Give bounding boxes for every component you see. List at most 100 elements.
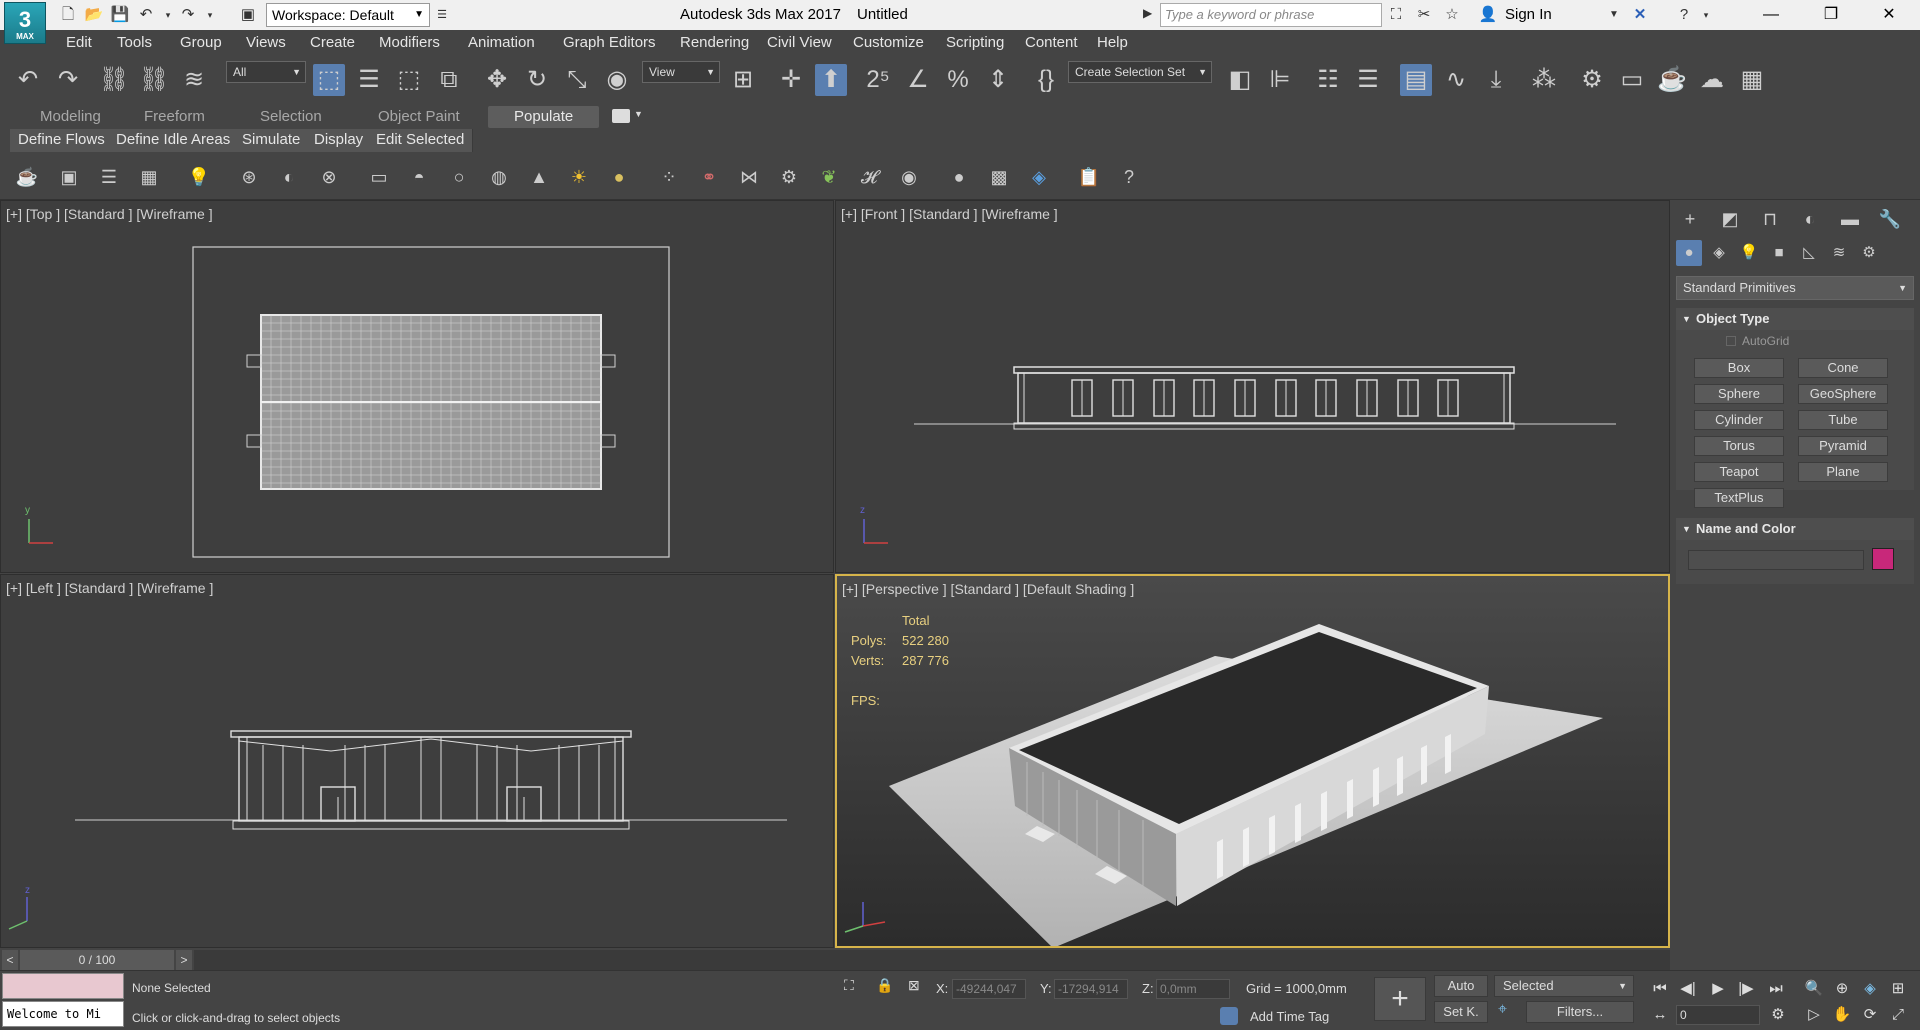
tube-button[interactable]: Tube (1798, 410, 1888, 430)
toggle-ribbon-icon[interactable]: ▤ (1400, 64, 1432, 96)
y-coord-field[interactable]: -17294,914 (1054, 979, 1128, 999)
zoom-extents-all-icon[interactable]: ⊞ (1886, 977, 1910, 1001)
tab-populate[interactable]: Populate (488, 106, 600, 128)
teapot-button[interactable]: Teapot (1694, 462, 1784, 482)
auto-key-button[interactable]: Auto (1434, 975, 1488, 997)
viewport-left[interactable]: [+] [Left ] [Standard ] [Wireframe ] z (0, 574, 834, 948)
add-time-tag-button[interactable]: Add Time Tag (1250, 1009, 1329, 1024)
menu-customize[interactable]: Customize (853, 34, 924, 51)
viewport-perspective[interactable]: [+] [Perspective ] [Standard ] [Default … (835, 574, 1670, 948)
geosphere-button[interactable]: GeoSphere (1798, 384, 1888, 404)
render-material-icon[interactable]: ◈ (1026, 164, 1052, 190)
portal-light-icon[interactable]: ◍ (486, 164, 512, 190)
time-slider-frame[interactable]: 0 / 100 (20, 950, 174, 970)
bind-space-warp-icon[interactable]: ≋ (178, 64, 210, 96)
table-icon[interactable]: ▦ (136, 164, 162, 190)
viewport-front[interactable]: [+] [Front ] [Standard ] [Wireframe ] z (835, 200, 1670, 573)
previous-frame-icon[interactable]: ◀| (1676, 977, 1700, 1001)
key-filter-dropdown[interactable]: Selected ▼ (1494, 975, 1634, 997)
cone-light-icon[interactable]: ▲ (526, 164, 552, 190)
simulate-button[interactable]: Simulate (234, 129, 310, 152)
binoculars-icon[interactable]: ⛶ (1386, 5, 1406, 25)
restore-button[interactable]: ❐ (1808, 0, 1854, 30)
pivot-center-icon[interactable]: ⊞ (727, 64, 759, 96)
zoom-icon[interactable]: 🔍 (1802, 977, 1826, 1001)
undo-icon[interactable]: ↶ (12, 64, 44, 96)
menu-civil-view[interactable]: Civil View (767, 34, 832, 51)
link-icon[interactable]: ⛓ (98, 64, 130, 96)
subscription-icon[interactable]: ✂ (1414, 5, 1434, 25)
hf-hair-icon[interactable]: 𝓗 (856, 164, 882, 190)
help-icon[interactable]: ? (1116, 164, 1142, 190)
time-slider-prev-button[interactable]: < (2, 950, 18, 970)
autogrid-checkbox[interactable] (1726, 336, 1736, 346)
motion-tab-icon[interactable]: ◐ (1796, 206, 1824, 232)
area-light-icon[interactable]: ▭ (366, 164, 392, 190)
absolute-mode-icon[interactable]: ⊠ (908, 977, 920, 994)
undo-icon[interactable]: ↶ (136, 5, 156, 25)
redo-icon[interactable]: ↷ (178, 5, 198, 25)
field-of-view-icon[interactable]: ▷ (1802, 1003, 1826, 1027)
material-sphere-icon[interactable]: ● (946, 164, 972, 190)
named-selection-set-dropdown[interactable]: Create Selection Set ▼ (1068, 61, 1212, 83)
z-coord-field[interactable]: 0,0mm (1156, 979, 1230, 999)
plant-icon[interactable]: ❦ (816, 164, 842, 190)
render-setup-icon[interactable]: ⚙ (1576, 64, 1608, 96)
maximize-viewport-icon[interactable]: ⤢ (1886, 1003, 1910, 1027)
sign-in-link[interactable]: Sign In (1505, 6, 1552, 23)
align-icon[interactable]: ⊫ (1264, 64, 1296, 96)
network-icon[interactable]: ⋈ (736, 164, 762, 190)
go-to-start-icon[interactable]: ⏮ (1648, 977, 1672, 1001)
primitive-category-dropdown[interactable]: Standard Primitives ▼ (1676, 276, 1914, 300)
schematic-view-icon[interactable]: ⁂ (1528, 64, 1560, 96)
display-tab-icon[interactable]: ▬ (1836, 206, 1864, 232)
chevron-down-icon[interactable]: ▼ (634, 109, 643, 119)
key-mode-toggle-icon[interactable]: ↔ (1648, 1003, 1672, 1027)
redo-dropdown-icon[interactable]: ▾ (200, 5, 220, 25)
keyboard-shortcut-override-icon[interactable]: ⬆ (815, 64, 847, 96)
render-window-icon[interactable]: ▣ (56, 164, 82, 190)
quick-access-menu-icon[interactable]: ☰ (432, 5, 452, 25)
orbit-icon[interactable]: ⟳ (1858, 1003, 1882, 1027)
object-type-rollout[interactable]: Object Type (1676, 308, 1914, 330)
spotlight-icon[interactable]: ◐ (276, 164, 302, 190)
rectangular-selection-icon[interactable]: ⬚ (393, 64, 425, 96)
set-key-button[interactable]: Set K. (1434, 1001, 1488, 1023)
object-name-field[interactable] (1688, 550, 1864, 570)
render-in-cloud-icon[interactable]: ☁ (1696, 64, 1728, 96)
shell-icon[interactable]: ◉ (896, 164, 922, 190)
menu-tools[interactable]: Tools (117, 34, 152, 51)
select-manipulate-icon[interactable]: ✛ (775, 64, 807, 96)
light-explorer-icon[interactable]: 💡 (186, 164, 212, 190)
workspace-dropdown[interactable]: Workspace: Default ▼ (266, 3, 430, 27)
exchange-apps-icon[interactable]: ✕ (1630, 5, 1650, 25)
chevron-down-icon[interactable]: ▼ (1604, 5, 1624, 25)
torus-button[interactable]: Torus (1694, 436, 1784, 456)
open-file-icon[interactable]: 📂 (84, 5, 104, 25)
sphere-button[interactable]: Sphere (1694, 384, 1784, 404)
move-icon[interactable]: ✥ (481, 64, 513, 96)
a360-gallery-icon[interactable]: ▦ (1736, 64, 1768, 96)
target-light-icon[interactable]: ⊛ (236, 164, 262, 190)
define-idle-areas-button[interactable]: Define Idle Areas (108, 129, 240, 152)
systems-icon[interactable]: ⚙ (1856, 240, 1882, 266)
tab-selection[interactable]: Selection (260, 108, 322, 125)
object-color-swatch[interactable] (1872, 548, 1894, 570)
select-object-icon[interactable]: ⬚ (313, 64, 345, 96)
next-frame-icon[interactable]: |▶ (1734, 977, 1758, 1001)
scale-icon[interactable]: ⤡ (561, 64, 593, 96)
spinner-snap-icon[interactable]: ⇕ (982, 64, 1014, 96)
edit-selected-button[interactable]: Edit Selected (368, 129, 474, 152)
snaps-toggle-icon[interactable]: 2⁵ (862, 64, 894, 96)
isolate-selection-icon[interactable]: ⛶ (844, 977, 854, 994)
cameras-icon[interactable]: ■ (1766, 240, 1792, 266)
viewport-top[interactable]: [+] [Top ] [Standard ] [Wireframe ] y (0, 200, 834, 573)
sun-icon[interactable]: ☀ (566, 164, 592, 190)
pan-icon[interactable]: ✋ (1830, 1003, 1854, 1027)
geometry-icon[interactable]: ● (1676, 240, 1702, 266)
curve-editor-icon[interactable]: ∿ (1440, 64, 1472, 96)
particles-icon[interactable]: ⁘ (656, 164, 682, 190)
create-tab-icon[interactable]: + (1676, 206, 1704, 232)
name-and-color-rollout[interactable]: Name and Color (1676, 518, 1914, 540)
project-folder-icon[interactable]: ▣ (238, 5, 258, 25)
